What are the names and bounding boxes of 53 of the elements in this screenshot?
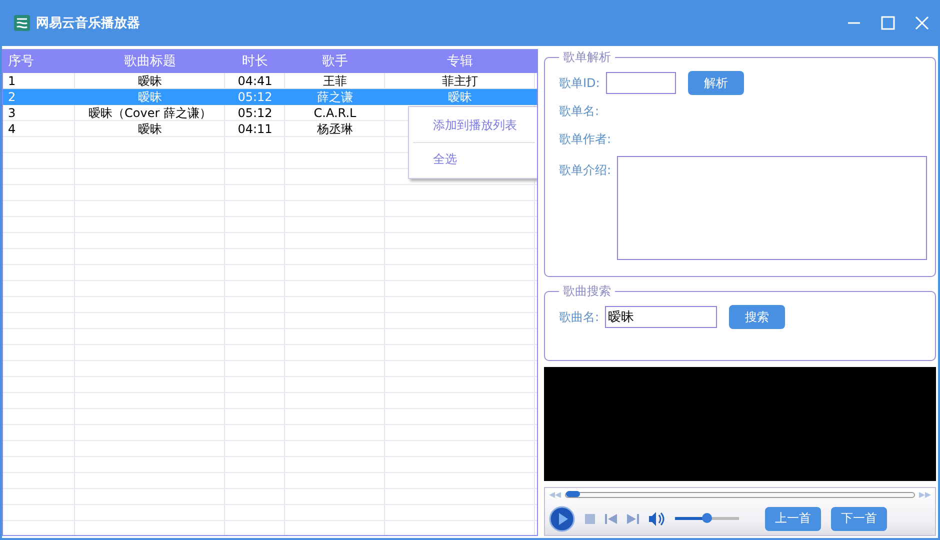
- table-cell-text: 暧昧: [137, 121, 163, 137]
- table-cell-text: 4: [7, 121, 17, 137]
- close-icon[interactable]: [915, 16, 929, 30]
- play-icon[interactable]: [548, 506, 575, 532]
- next-button[interactable]: 下一首: [830, 506, 887, 530]
- table-cell-text: 04:41: [236, 73, 274, 89]
- field-label: 歌单介绍:: [558, 162, 611, 179]
- table-cell-text: 04:11: [236, 121, 274, 137]
- table-cell-text: 05:12: [236, 105, 274, 121]
- table-cell-text: 暧昧: [137, 73, 163, 89]
- previous-icon[interactable]: [604, 514, 617, 524]
- next-icon[interactable]: [626, 514, 639, 524]
- window-title: 网易云音乐播放器: [36, 14, 141, 32]
- menu-item[interactable]: 添加到播放列表: [409, 111, 537, 140]
- table-cell-text: C.A.R.L: [312, 105, 358, 121]
- song-row[interactable]: 1 暧昧 04:41 王菲 菲主打: [3, 73, 537, 89]
- menu-item[interactable]: 全选: [409, 145, 537, 174]
- field-label: 歌单作者:: [558, 130, 611, 148]
- parse-button[interactable]: 解析: [688, 71, 744, 95]
- table-cell-text: 暧昧: [137, 89, 163, 105]
- maximize-icon[interactable]: [881, 16, 895, 30]
- app-logo-icon: [14, 15, 30, 31]
- table-cell-text: 杨丞琳: [316, 121, 354, 137]
- playlist-intro-field[interactable]: [617, 156, 927, 260]
- field-label: 歌单名:: [558, 102, 599, 120]
- table-cell-text: 05:12: [236, 89, 274, 105]
- song-name-field[interactable]: 暧昧: [605, 306, 717, 328]
- field-label: 歌单ID:: [558, 74, 600, 92]
- table-cell-text: 暧昧（Cover 薛之谦）: [88, 105, 212, 121]
- field-label: 歌曲名:: [558, 308, 599, 326]
- table-cell-text: 王菲: [322, 73, 348, 89]
- column-header[interactable]: 歌手: [285, 50, 385, 73]
- volume-icon[interactable]: [648, 512, 665, 526]
- table-cell-text: 3: [7, 105, 17, 121]
- stop-icon[interactable]: [584, 514, 595, 524]
- rewind-icon[interactable]: [548, 492, 561, 498]
- song-row[interactable]: 2 暧昧 05:12 薛之谦 暧昧: [3, 89, 537, 105]
- table-cell-text: 暧昧: [447, 89, 473, 105]
- progress-slider[interactable]: [564, 492, 915, 498]
- table-cell-text: 菲主打: [441, 73, 479, 89]
- table-cell-text: 薛之谦: [316, 89, 354, 105]
- previous-button[interactable]: 上一首: [764, 506, 821, 530]
- group-title: 歌曲搜索: [562, 283, 612, 300]
- group-title: 歌单解析: [562, 49, 612, 66]
- column-header[interactable]: 歌曲标题: [75, 50, 225, 73]
- column-header[interactable]: 专辑: [385, 50, 535, 73]
- column-header[interactable]: 时长: [225, 50, 285, 73]
- table-cell-text: 2: [7, 89, 17, 105]
- fast-forward-icon[interactable]: [919, 492, 931, 498]
- playlist-id-field[interactable]: [606, 72, 676, 94]
- column-header[interactable]: 序号: [3, 50, 75, 73]
- table-cell-text: 1: [7, 73, 17, 89]
- search-button[interactable]: 搜索: [729, 305, 785, 329]
